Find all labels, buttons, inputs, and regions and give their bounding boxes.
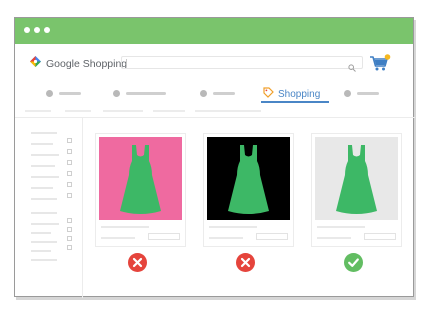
- dress-icon: [315, 137, 398, 220]
- product-action-button[interactable]: [256, 233, 288, 240]
- search-icon[interactable]: [348, 59, 356, 77]
- filter-checkbox[interactable]: [67, 227, 72, 232]
- tab-icon[interactable]: [200, 90, 207, 97]
- filter-option-placeholder: [31, 232, 51, 234]
- cart-badge-icon: [384, 54, 391, 60]
- product-price-placeholder: [101, 237, 135, 239]
- filter-checkbox[interactable]: [67, 138, 72, 143]
- filter-checkbox[interactable]: [67, 182, 72, 187]
- filter-heading-placeholder: [31, 132, 57, 134]
- filter-checkbox[interactable]: [67, 245, 72, 250]
- product-action-button[interactable]: [364, 233, 396, 240]
- product-card[interactable]: [95, 133, 186, 247]
- filter-checkbox[interactable]: [67, 160, 72, 165]
- logo-text: Google Shopping: [46, 58, 128, 70]
- window-dot-icon[interactable]: [24, 27, 30, 33]
- subfilter-placeholder[interactable]: [195, 110, 261, 112]
- filter-option-placeholder: [31, 165, 55, 167]
- browser-titlebar: [15, 18, 413, 44]
- product-card[interactable]: [203, 133, 294, 247]
- filter-option-placeholder: [31, 250, 51, 252]
- filter-checkbox[interactable]: [67, 149, 72, 154]
- shopping-cart-icon[interactable]: [369, 54, 391, 77]
- sidebar-divider: [82, 118, 83, 298]
- product-price-placeholder: [209, 237, 243, 239]
- active-tab-indicator: [261, 101, 329, 103]
- product-image[interactable]: [207, 137, 290, 220]
- filter-option-placeholder: [31, 154, 59, 156]
- product-action-button[interactable]: [148, 233, 180, 240]
- product-image[interactable]: [99, 137, 182, 220]
- tab-icon[interactable]: [344, 90, 351, 97]
- x-circle-icon: [236, 253, 255, 272]
- google-shopping-logo[interactable]: Google Shopping: [29, 55, 127, 73]
- product-title-placeholder: [209, 226, 257, 228]
- filter-option-placeholder: [31, 187, 53, 189]
- product-image[interactable]: [315, 137, 398, 220]
- subfilter-placeholder[interactable]: [103, 110, 143, 112]
- text-caret: [126, 59, 127, 67]
- dress-icon: [207, 137, 290, 220]
- tab-bar: Shopping: [15, 82, 415, 104]
- product-card[interactable]: [311, 133, 402, 247]
- filter-checkbox[interactable]: [67, 236, 72, 241]
- google-shopping-tag-icon: [29, 55, 42, 73]
- filter-option-placeholder: [31, 143, 53, 145]
- filter-option-placeholder: [31, 223, 59, 225]
- filter-option-placeholder: [31, 259, 57, 261]
- filter-checkbox[interactable]: [67, 171, 72, 176]
- search-input[interactable]: [121, 56, 363, 72]
- check-circle-icon: [344, 253, 363, 272]
- subfilter-placeholder[interactable]: [65, 110, 91, 112]
- window-dot-icon[interactable]: [34, 27, 40, 33]
- tab-icon[interactable]: [113, 90, 120, 97]
- filter-heading-placeholder: [31, 212, 57, 214]
- tab-label-placeholder[interactable]: [357, 92, 379, 95]
- x-circle-icon: [128, 253, 147, 272]
- subfilter-placeholder[interactable]: [153, 110, 185, 112]
- header-divider: [15, 117, 415, 118]
- filter-checkbox[interactable]: [67, 218, 72, 223]
- product-title-placeholder: [317, 226, 365, 228]
- filter-option-placeholder: [31, 176, 59, 178]
- window-dot-icon[interactable]: [44, 27, 50, 33]
- tab-icon[interactable]: [46, 90, 53, 97]
- filter-option-placeholder: [31, 241, 57, 243]
- dress-icon: [99, 137, 182, 220]
- tab-label-placeholder[interactable]: [213, 92, 235, 95]
- tab-shopping-label: Shopping: [278, 88, 321, 100]
- product-price-placeholder: [317, 237, 351, 239]
- tab-label-placeholder[interactable]: [126, 92, 166, 95]
- filter-checkbox[interactable]: [67, 193, 72, 198]
- filter-option-placeholder: [31, 198, 57, 200]
- product-title-placeholder: [101, 226, 149, 228]
- subfilter-placeholder[interactable]: [25, 110, 51, 112]
- tab-label-placeholder[interactable]: [59, 92, 81, 95]
